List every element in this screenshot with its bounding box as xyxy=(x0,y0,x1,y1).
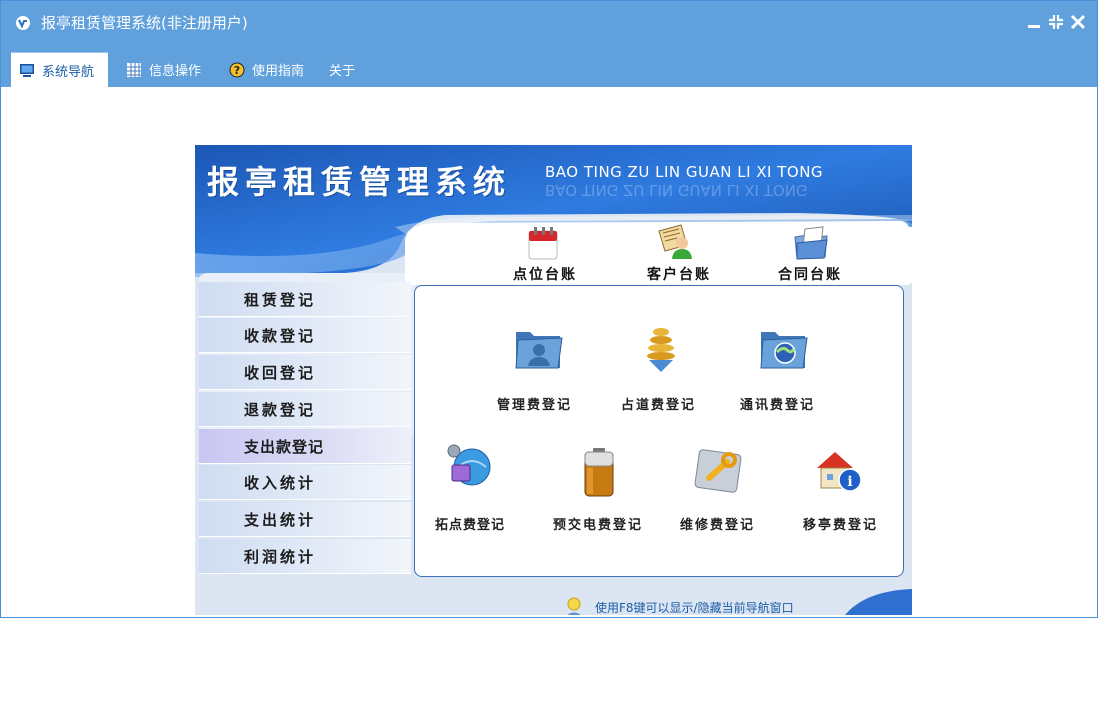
user-folder-icon[interactable] xyxy=(512,322,564,374)
menu-bar: 系统导航 信息操作 ? 使用指南 关于 xyxy=(1,45,1097,87)
nav-item-lease-register[interactable]: 租赁登记 xyxy=(199,282,411,317)
grid-icon xyxy=(127,62,141,77)
tab-user-guide[interactable]: ? 使用指南 xyxy=(221,52,312,87)
comm-fee-label[interactable]: 通讯费登记 xyxy=(740,394,815,413)
nav-item-profit-stats[interactable]: 利润统计 xyxy=(199,539,411,574)
help-icon: ? xyxy=(229,62,245,77)
minimize-icon[interactable] xyxy=(1025,13,1043,31)
ledger-location-label[interactable]: 点位台账 xyxy=(513,264,577,284)
tab-label: 信息操作 xyxy=(149,64,202,79)
banner-pinyin: BAO TING ZU LIN GUAN LI XI TONG xyxy=(545,163,824,181)
calendar-icon[interactable] xyxy=(523,223,563,263)
spring-icon[interactable] xyxy=(635,322,687,374)
tab-system-navigation[interactable]: 系统导航 xyxy=(11,52,108,87)
svg-text:i: i xyxy=(847,474,852,490)
left-nav: 租赁登记 收款登记 收回登记 退款登记 支出款登记 收入统计 支出统计 利润统计 xyxy=(199,282,411,578)
ledger-contract-label[interactable]: 合同台账 xyxy=(778,264,842,284)
title-bar[interactable]: 报亭租赁管理系统(非注册用户) xyxy=(1,1,1097,45)
repair-fee-label[interactable]: 维修费登记 xyxy=(680,514,755,533)
nav-item-refund-register[interactable]: 退款登记 xyxy=(199,392,411,427)
lightbulb-icon xyxy=(567,597,581,615)
app-logo-icon xyxy=(16,16,30,30)
battery-icon[interactable] xyxy=(573,446,625,498)
nav-item-expense-stats[interactable]: 支出统计 xyxy=(199,502,411,537)
window-title: 报亭租赁管理系统(非注册用户) xyxy=(41,14,248,32)
function-grid: 管理费登记 占道费登记 通讯费登记 拓点费登记 预交电费登记 维修费登记 i 移… xyxy=(414,285,904,577)
document-folder-icon[interactable] xyxy=(791,223,831,263)
relocation-fee-label[interactable]: 移亭费登记 xyxy=(803,514,878,533)
nav-item-income-stats[interactable]: 收入统计 xyxy=(199,465,411,500)
banner-title: 报亭租赁管理系统 xyxy=(207,163,512,201)
customer-icon[interactable] xyxy=(655,221,695,261)
expand-fee-label[interactable]: 拓点费登记 xyxy=(435,514,505,533)
tab-info-operations[interactable]: 信息操作 xyxy=(118,52,209,87)
f8-tip: 使用F8键可以显示/隐藏当前导航窗口 xyxy=(595,601,794,615)
close-icon[interactable] xyxy=(1069,13,1087,31)
road-fee-label[interactable]: 占道费登记 xyxy=(621,394,696,413)
svg-text:?: ? xyxy=(234,64,240,77)
nav-item-recovery-register[interactable]: 收回登记 xyxy=(199,355,411,390)
mgmt-fee-label[interactable]: 管理费登记 xyxy=(497,394,572,413)
banner-pinyin-reflection: BAO TING ZU LIN GUAN LI XI TONG xyxy=(545,181,808,199)
monitor-icon xyxy=(20,64,34,77)
tab-label: 系统导航 xyxy=(42,64,95,80)
house-info-icon[interactable]: i xyxy=(813,444,865,496)
network-icon[interactable] xyxy=(442,441,494,493)
prepaid-electric-label[interactable]: 预交电费登记 xyxy=(553,514,643,533)
tab-label: 关于 xyxy=(329,64,356,79)
tab-label: 使用指南 xyxy=(252,64,305,79)
restore-icon[interactable] xyxy=(1047,13,1065,31)
nav-item-expense-register[interactable]: 支出款登记 xyxy=(199,429,411,464)
tab-about[interactable]: 关于 xyxy=(321,52,363,87)
globe-folder-icon[interactable] xyxy=(757,322,809,374)
wrench-icon[interactable] xyxy=(693,444,745,496)
navigation-panel: 报亭租赁管理系统 BAO TING ZU LIN GUAN LI XI TONG… xyxy=(195,145,912,615)
nav-item-payment-register[interactable]: 收款登记 xyxy=(199,318,411,353)
ledger-customer-label[interactable]: 客户台账 xyxy=(647,264,711,284)
